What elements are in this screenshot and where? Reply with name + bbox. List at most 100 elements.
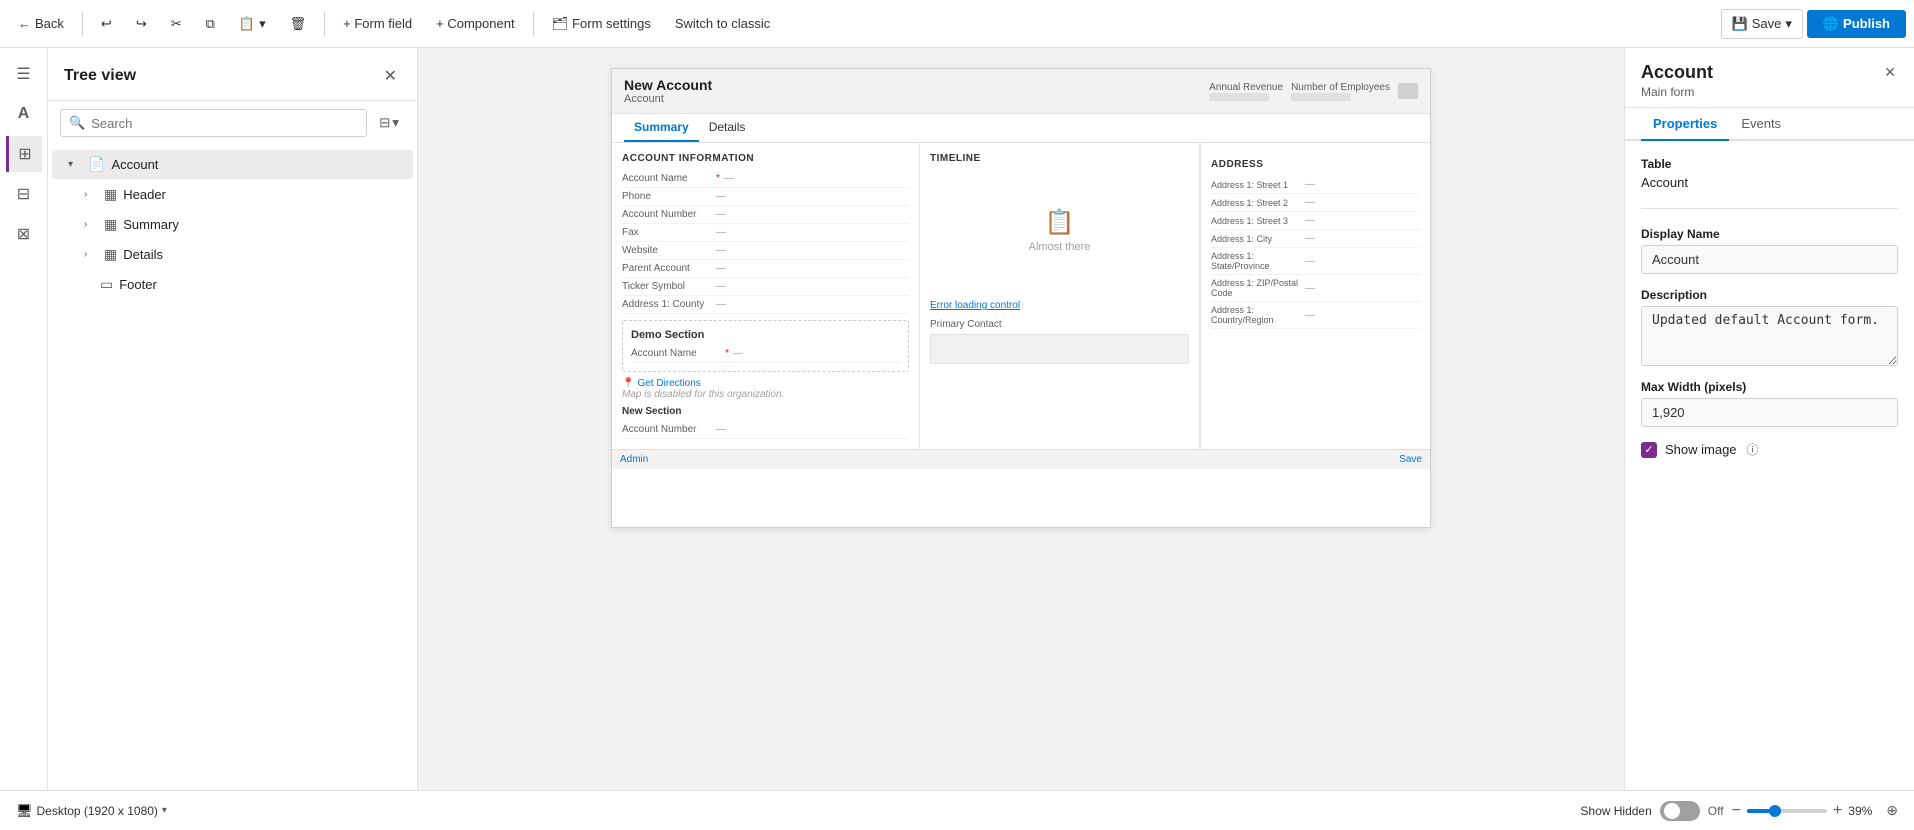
tree-item-footer[interactable]: ▭ Footer bbox=[52, 270, 413, 299]
publish-icon: 🌐 bbox=[1823, 16, 1839, 32]
show-image-label: Show image bbox=[1665, 442, 1737, 457]
demo-section-box: Demo Section Account Name * — bbox=[622, 320, 909, 372]
switch-classic-button[interactable]: Switch to classic bbox=[665, 10, 780, 37]
zoom-fit-button[interactable]: ⊕ bbox=[1886, 802, 1898, 819]
addr-value-country: — bbox=[1305, 310, 1315, 321]
field-value-parent-account: — bbox=[716, 263, 726, 274]
description-textarea[interactable]: Updated default Account form. bbox=[1641, 306, 1898, 366]
toggle-off-label: Off bbox=[1708, 804, 1724, 818]
addr-label-street1: Address 1: Street 1 bbox=[1211, 180, 1301, 190]
new-section-container: New Section Account Number — bbox=[622, 406, 909, 439]
field-value-account-number: — bbox=[716, 209, 726, 220]
get-directions-link[interactable]: 📍 Get Directions bbox=[622, 378, 909, 389]
filter-button[interactable]: ⊟ ▾ bbox=[373, 111, 405, 135]
canvas-bottom-save-btn[interactable]: Save bbox=[1399, 454, 1422, 465]
num-employees-label: Number of Employees bbox=[1291, 82, 1390, 93]
viewport-chevron-icon: ▾ bbox=[162, 805, 167, 816]
icon-bar-menu-button[interactable]: ☰ bbox=[6, 56, 42, 92]
redo-button[interactable]: ↪ bbox=[126, 10, 157, 38]
divider-1 bbox=[1641, 208, 1898, 209]
show-hidden-toggle[interactable] bbox=[1660, 801, 1700, 821]
field-row-phone: Phone — bbox=[622, 188, 909, 206]
error-loading-container: Error loading control bbox=[930, 296, 1189, 311]
show-image-info-icon[interactable]: ⓘ bbox=[1747, 441, 1759, 458]
component-button[interactable]: + Component bbox=[426, 10, 524, 37]
addr-label-state: Address 1: State/Province bbox=[1211, 251, 1301, 271]
max-width-field-group: Max Width (pixels) bbox=[1641, 380, 1898, 427]
required-asterisk: * bbox=[716, 173, 720, 184]
header-chevron-icon: › bbox=[84, 189, 98, 200]
zoom-slider[interactable] bbox=[1747, 809, 1827, 813]
field-label-fax: Fax bbox=[622, 227, 712, 238]
layers-icon: ⊞ bbox=[18, 144, 31, 164]
field-value-phone: — bbox=[716, 191, 726, 202]
right-panel-close-icon: ✕ bbox=[1884, 64, 1896, 80]
icon-bar-text-button[interactable]: A bbox=[6, 96, 42, 132]
addr-label-zip: Address 1: ZIP/Postal Code bbox=[1211, 278, 1301, 298]
field-value-fax: — bbox=[716, 227, 726, 238]
max-width-input[interactable] bbox=[1641, 398, 1898, 427]
monitor-icon: 🖥 bbox=[16, 803, 33, 819]
delete-icon: 🗑 bbox=[290, 16, 307, 32]
tab-details[interactable]: Details bbox=[699, 114, 756, 142]
undo-button[interactable]: ↩ bbox=[91, 10, 122, 38]
bottom-bar: 🖥 Desktop (1920 x 1080) ▾ Show Hidden Of… bbox=[0, 790, 1914, 830]
show-image-checkbox[interactable]: ✓ bbox=[1641, 442, 1657, 458]
back-button[interactable]: ← Back bbox=[8, 10, 74, 37]
tree-item-header[interactable]: › ▦ Header bbox=[52, 180, 413, 209]
right-panel-tab-events[interactable]: Events bbox=[1729, 108, 1793, 141]
publish-button[interactable]: 🌐 Publish bbox=[1807, 10, 1906, 38]
field-row-account-number: Account Number — bbox=[622, 206, 909, 224]
save-button[interactable]: 💾 Save ▾ bbox=[1721, 9, 1803, 39]
field-label-account-number: Account Number bbox=[622, 209, 712, 220]
icon-bar-layers-button[interactable]: ⊞ bbox=[6, 136, 42, 172]
field-value-ticker-symbol: — bbox=[716, 281, 726, 292]
paste-dropdown-icon: ▾ bbox=[259, 16, 266, 32]
addr-label-country: Address 1: Country/Region bbox=[1211, 305, 1301, 325]
map-disabled-text: Map is disabled for this organization. bbox=[622, 389, 909, 400]
new-section-field-row: Account Number — bbox=[622, 421, 909, 439]
sidebar-close-button[interactable]: ✕ bbox=[380, 62, 401, 90]
form-settings-button[interactable]: 🗂 Form settings bbox=[542, 10, 661, 38]
tree-item-account-label: Account bbox=[111, 157, 158, 172]
addr-row-country: Address 1: Country/Region — bbox=[1211, 302, 1420, 329]
display-name-input[interactable] bbox=[1641, 245, 1898, 274]
field-row-ticker-symbol: Ticker Symbol — bbox=[622, 278, 909, 296]
redo-icon: ↪ bbox=[136, 16, 147, 32]
toolbar: ← Back ↩ ↪ ✂ ⧉ 📋 ▾ 🗑 + Form field + Comp… bbox=[0, 0, 1914, 48]
icon-bar-components-button[interactable]: ⊟ bbox=[6, 176, 42, 212]
copy-button[interactable]: ⧉ bbox=[196, 10, 225, 38]
delete-button[interactable]: 🗑 bbox=[280, 10, 317, 38]
cut-button[interactable]: ✂ bbox=[161, 10, 192, 38]
icon-bar-grid-button[interactable]: ⊠ bbox=[6, 216, 42, 252]
tree-item-header-label: Header bbox=[123, 187, 166, 202]
save-label: Save bbox=[1752, 16, 1782, 31]
tree-item-footer-label: Footer bbox=[119, 277, 157, 292]
timeline-icon: 📋 bbox=[1045, 208, 1075, 237]
right-panel-close-button[interactable]: ✕ bbox=[1882, 62, 1898, 83]
tree-item-account[interactable]: ▾ 📄 Account bbox=[52, 150, 413, 179]
form-field-button[interactable]: + Form field bbox=[333, 10, 422, 37]
demo-field-label-account-name: Account Name bbox=[631, 348, 721, 359]
zoom-minus-button[interactable]: − bbox=[1732, 802, 1741, 820]
footer-section-icon: ▭ bbox=[100, 276, 113, 293]
right-panel-tab-properties[interactable]: Properties bbox=[1641, 108, 1729, 141]
tree-item-details[interactable]: › ▦ Details bbox=[52, 240, 413, 269]
sidebar: Tree view ✕ 🔍 ⊟ ▾ ▾ 📄 Account bbox=[48, 48, 418, 790]
paste-dropdown-button[interactable]: 📋 ▾ bbox=[229, 10, 276, 38]
primary-contact-container: Primary Contact bbox=[930, 319, 1189, 364]
main-area: ☰ A ⊞ ⊟ ⊠ Tree view ✕ 🔍 ⊟ bbox=[0, 48, 1914, 790]
back-arrow-icon: ← bbox=[18, 16, 31, 31]
search-input[interactable] bbox=[91, 116, 358, 131]
zoom-plus-button[interactable]: + bbox=[1833, 802, 1842, 820]
header-action-btn[interactable] bbox=[1398, 83, 1418, 99]
field-label-address-county: Address 1: County bbox=[622, 299, 712, 310]
addr-row-zip: Address 1: ZIP/Postal Code — bbox=[1211, 275, 1420, 302]
error-loading-link[interactable]: Error loading control bbox=[930, 300, 1020, 311]
checkbox-check-icon: ✓ bbox=[1644, 443, 1653, 456]
right-panel: Account Main form ✕ Properties Events Ta… bbox=[1624, 48, 1914, 790]
tree-item-summary[interactable]: › ▦ Summary bbox=[52, 210, 413, 239]
canvas-bottom-admin-btn[interactable]: Admin bbox=[620, 454, 648, 465]
viewport-selector[interactable]: 🖥 Desktop (1920 x 1080) ▾ bbox=[16, 803, 167, 819]
tab-summary[interactable]: Summary bbox=[624, 114, 699, 142]
